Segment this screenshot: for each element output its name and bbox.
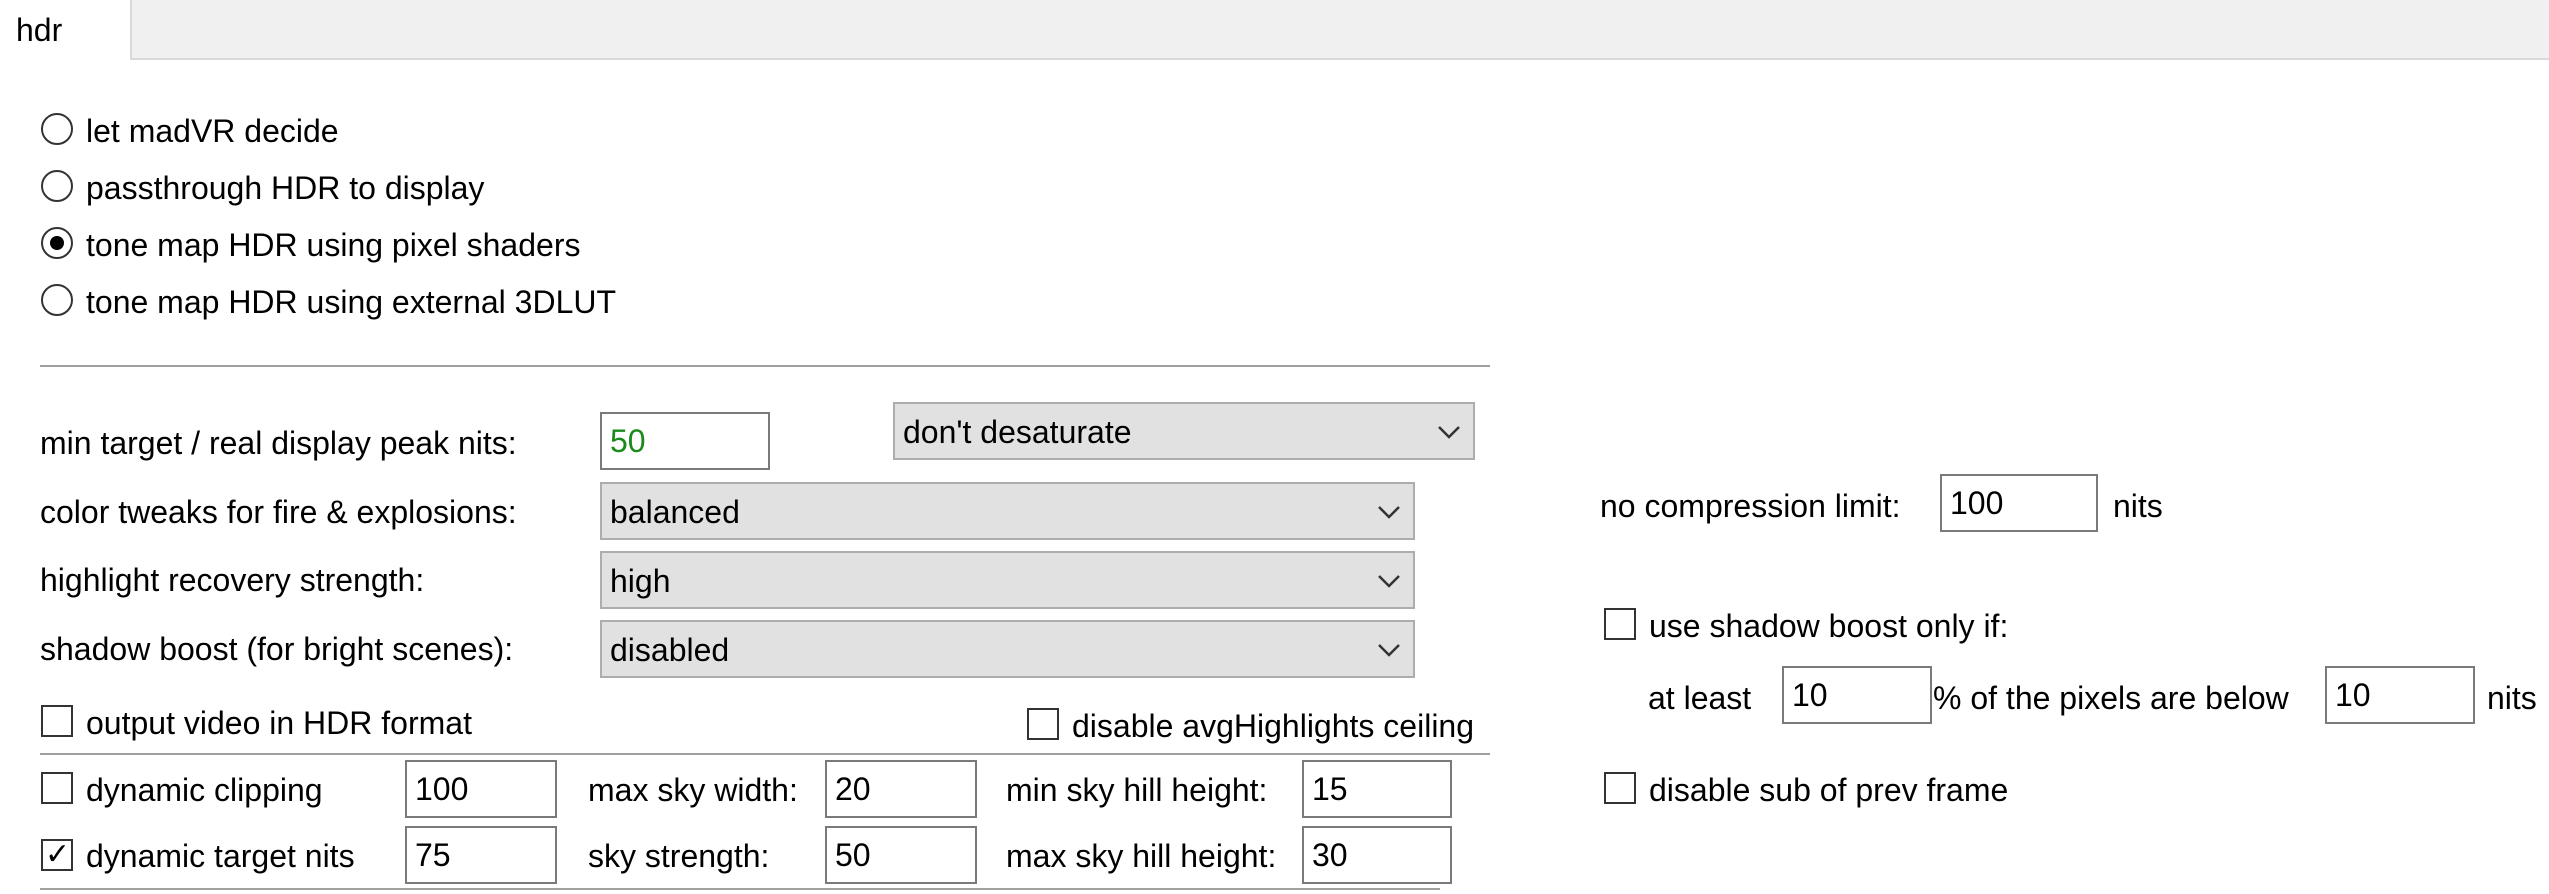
pixels-below-label: % of the pixels are below [1933,680,2289,716]
no-compression-unit: nits [2113,488,2163,524]
dynamic-clipping-label[interactable]: dynamic clipping [86,772,323,809]
shadow-boost-only-if-label[interactable]: use shadow boost only if: [1649,608,2008,645]
pixels-below-unit: nits [2487,680,2537,716]
disable-sub-prev-frame-label[interactable]: disable sub of prev frame [1649,772,2008,809]
no-compression-input[interactable]: 100 [1940,474,2098,532]
shadow-boost-label: shadow boost (for bright scenes): [40,631,514,667]
radio-label-passthrough-hdr[interactable]: passthrough HDR to display [86,170,484,207]
sky-strength-label: sky strength: [588,838,770,874]
max-sky-hill-input[interactable]: 30 [1302,826,1452,884]
color-tweaks-value: balanced [610,494,740,530]
at-least-input[interactable]: 10 [1782,666,1932,724]
shadow-boost-dropdown[interactable]: disabled [600,620,1415,678]
max-sky-width-label: max sky width: [588,772,798,808]
separator [40,365,1490,367]
avg-highlights-label[interactable]: disable avgHighlights ceiling [1072,708,1474,745]
at-least-label: at least [1648,680,1752,716]
output-hdr-checkbox[interactable] [41,705,73,737]
max-sky-width-input[interactable]: 20 [825,760,977,818]
checkmark-icon: ✓ [45,838,71,871]
min-sky-hill-input[interactable]: 15 [1302,760,1452,818]
radio-tone-map-external-3dlut[interactable] [41,284,73,316]
radio-label-tone-map-external-3dlut[interactable]: tone map HDR using external 3DLUT [86,284,616,321]
max-sky-hill-label: max sky hill height: [1006,838,1277,874]
dynamic-target-nits-checkbox[interactable]: ✓ [41,838,73,871]
group-top-border [40,753,1490,755]
dynamic-clipping-input[interactable]: 100 [405,760,557,818]
disable-sub-prev-frame-checkbox[interactable] [1604,772,1636,804]
shadow-boost-only-if-checkbox[interactable] [1604,608,1636,640]
dynamic-clipping-checkbox[interactable] [41,772,73,804]
highlight-recovery-label: highlight recovery strength: [40,562,425,598]
radio-label-tone-map-pixel-shaders[interactable]: tone map HDR using pixel shaders [86,227,580,264]
output-hdr-label[interactable]: output video in HDR format [86,705,472,742]
sky-strength-input[interactable]: 50 [825,826,977,884]
radio-tone-map-pixel-shaders[interactable] [41,227,73,259]
group-bottom-border [40,888,1440,890]
desaturate-dropdown[interactable]: don't desaturate [893,402,1475,460]
no-compression-label: no compression limit: [1600,488,1901,524]
radio-label-let-madvr-decide[interactable]: let madVR decide [86,113,339,150]
tab-hdr[interactable]: hdr [0,0,132,60]
shadow-boost-value: disabled [610,632,730,668]
radio-let-madvr-decide[interactable] [41,113,73,145]
dynamic-target-nits-input[interactable]: 75 [405,826,557,884]
desaturate-value: don't desaturate [903,414,1132,450]
peak-nits-input[interactable]: 50 [600,412,770,470]
dynamic-target-nits-label[interactable]: dynamic target nits [86,838,355,875]
color-tweaks-dropdown[interactable]: balanced [600,482,1415,540]
chevron-down-icon [1438,426,1460,439]
tab-label: hdr [16,12,63,48]
highlight-recovery-dropdown[interactable]: high [600,551,1415,609]
peak-nits-label: min target / real display peak nits: [40,425,517,461]
min-sky-hill-label: min sky hill height: [1006,772,1268,808]
highlight-recovery-value: high [610,563,671,599]
color-tweaks-label: color tweaks for fire & explosions: [40,494,517,530]
chevron-down-icon [1378,644,1400,657]
radio-passthrough-hdr[interactable] [41,170,73,202]
pixels-below-input[interactable]: 10 [2325,666,2475,724]
chevron-down-icon [1378,506,1400,519]
chevron-down-icon [1378,575,1400,588]
tab-strip [0,0,2549,60]
avg-highlights-checkbox[interactable] [1027,708,1059,740]
